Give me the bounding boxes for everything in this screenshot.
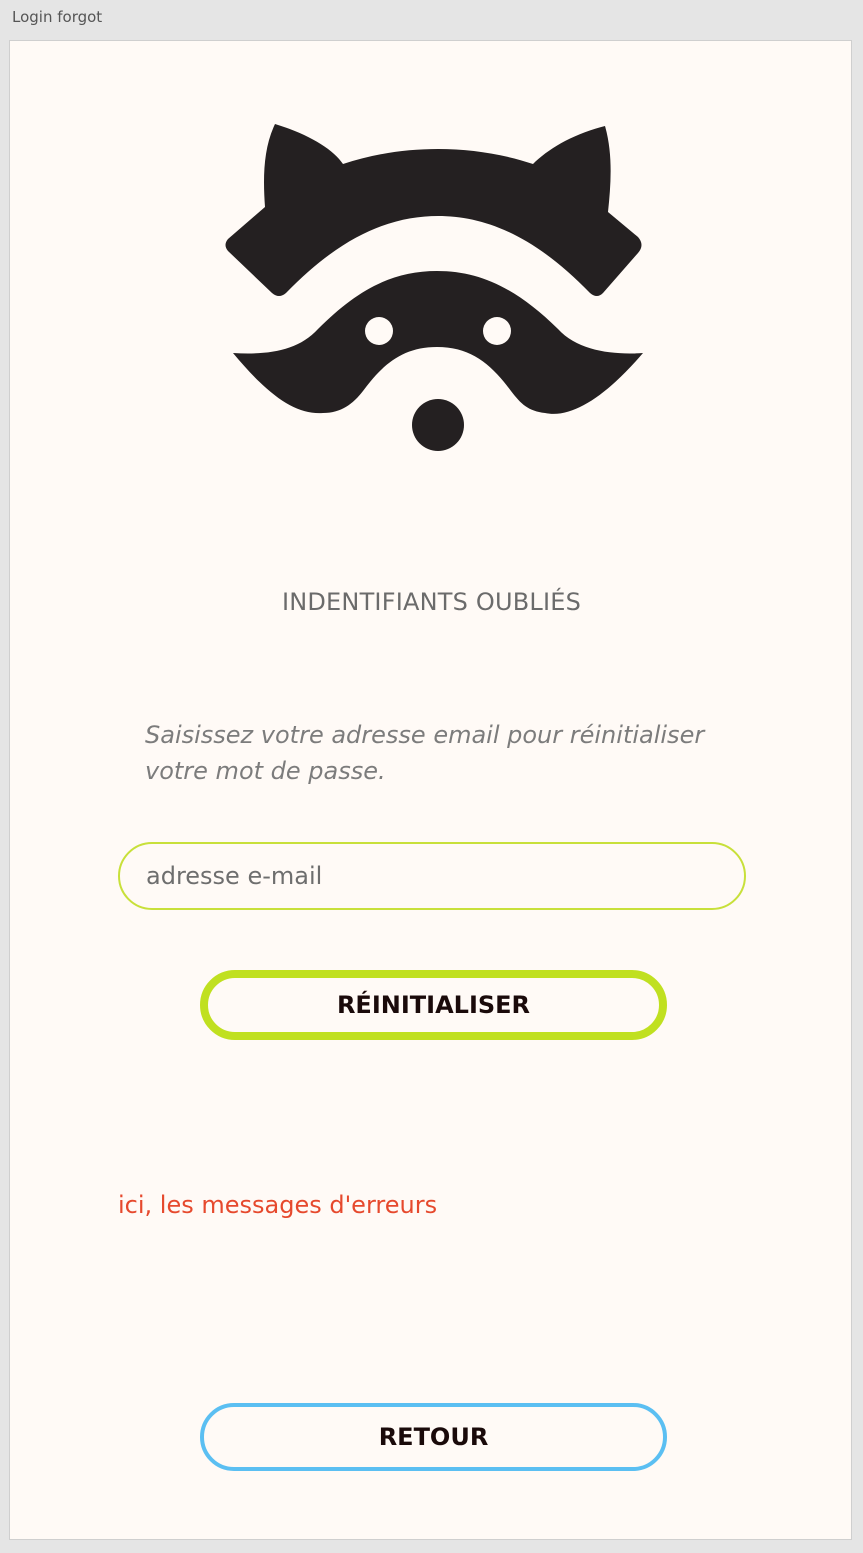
email-field[interactable]: [118, 842, 746, 910]
reset-button[interactable]: RÉINITIALISER: [200, 970, 667, 1040]
instructions-text: Saisissez votre adresse email pour réini…: [145, 721, 705, 785]
back-button[interactable]: RETOUR: [200, 1403, 667, 1471]
page-title: INDENTIFIANTS OUBLIÉS: [281, 588, 582, 616]
login-forgot-screen: INDENTIFIANTS OUBLIÉS Saisissez votre ad…: [9, 40, 852, 1540]
artboard-title: Login forgot: [12, 8, 103, 26]
raccoon-logo-icon: [225, 124, 643, 451]
error-message: ici, les messages d'erreurs: [118, 1191, 438, 1219]
